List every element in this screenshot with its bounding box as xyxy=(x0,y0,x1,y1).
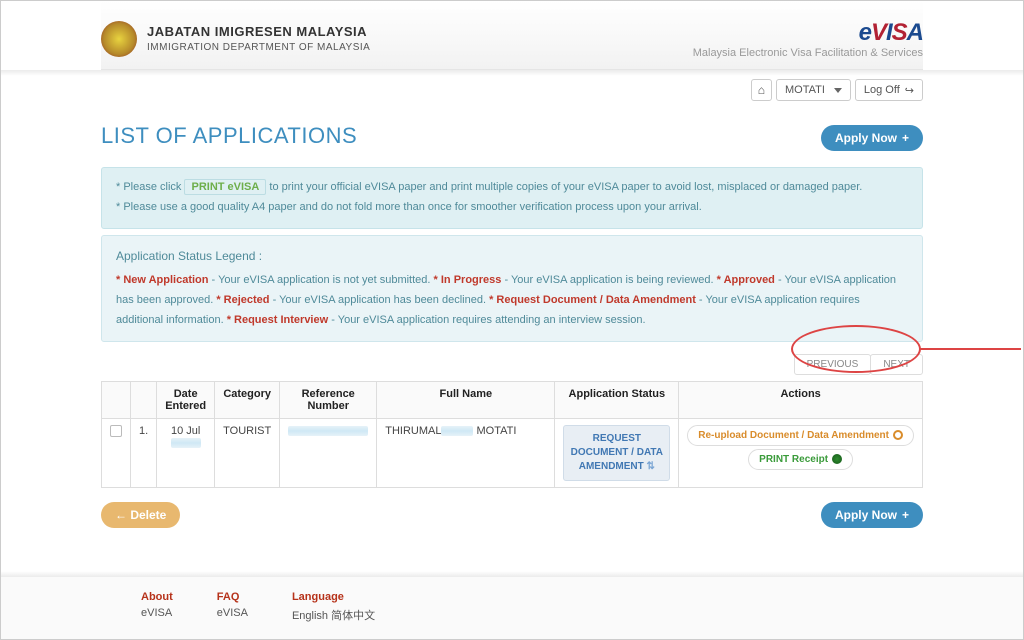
footer: About eVISA FAQ eVISA Language English 简… xyxy=(1,571,1023,639)
row-ref xyxy=(280,418,377,487)
user-menu[interactable]: MOTATI xyxy=(776,79,851,101)
apply-now-bottom-button[interactable]: Apply Now xyxy=(821,502,923,528)
col-date: Date Entered xyxy=(157,381,215,418)
pager: PREVIOUS NEXT xyxy=(101,354,923,375)
legend-body: * New Application - Your eVISA applicati… xyxy=(116,271,908,330)
plus-icon xyxy=(902,131,909,145)
logoff-icon: ↪ xyxy=(905,84,914,97)
crest-logo xyxy=(101,21,137,57)
print-evisa-inline-button[interactable]: PRINT eVISA xyxy=(184,179,266,195)
status-badge[interactable]: REQUEST DOCUMENT / DATA AMENDMENT ⇅ xyxy=(563,425,670,481)
footer-about-link[interactable]: eVISA xyxy=(141,607,172,619)
row-name: THIRUMAL MOTATI xyxy=(377,418,555,487)
print-receipt-button[interactable]: PRINT Receipt xyxy=(748,449,853,470)
footer-faq-link[interactable]: eVISA xyxy=(217,607,248,619)
row-index: 1. xyxy=(131,418,157,487)
legend-title: Application Status Legend : xyxy=(116,246,908,268)
upload-icon xyxy=(893,430,903,440)
site-header: JABATAN IMIGRESEN MALAYSIA IMMIGRATION D… xyxy=(101,1,923,70)
col-status: Application Status xyxy=(555,381,679,418)
delete-button[interactable]: ← Delete xyxy=(101,502,180,528)
col-category: Category xyxy=(215,381,280,418)
footer-about-title: About xyxy=(141,591,173,603)
page-title: LIST OF APPLICATIONS xyxy=(101,123,357,149)
apply-now-top-button[interactable]: Apply Now xyxy=(821,125,923,151)
prev-button[interactable]: PREVIOUS xyxy=(794,354,872,375)
applications-table: Date Entered Category Reference Number F… xyxy=(101,381,923,488)
home-button[interactable]: ⌂ xyxy=(751,79,772,101)
footer-lang-en[interactable]: English xyxy=(292,610,328,622)
status-legend: Application Status Legend : * New Applic… xyxy=(101,235,923,342)
footer-faq-title: FAQ xyxy=(217,591,248,603)
row-checkbox[interactable] xyxy=(110,425,122,437)
plus-icon xyxy=(902,508,909,522)
tagline: Malaysia Electronic Visa Facilitation & … xyxy=(693,47,923,59)
col-ref: Reference Number xyxy=(280,381,377,418)
logoff-button[interactable]: Log Off ↪ xyxy=(855,79,923,101)
reupload-button[interactable]: Re-upload Document / Data Amendment xyxy=(687,425,914,446)
dept-title: JABATAN IMIGRESEN MALAYSIA xyxy=(147,24,370,41)
info-box: * Please click PRINT eVISA to print your… xyxy=(101,167,923,229)
footer-lang-zh[interactable]: 简体中文 xyxy=(331,610,375,622)
receipt-icon xyxy=(832,454,842,464)
row-actions: Re-upload Document / Data Amendment PRIN… xyxy=(679,418,923,487)
row-status: REQUEST DOCUMENT / DATA AMENDMENT ⇅ xyxy=(555,418,679,487)
col-name: Full Name xyxy=(377,381,555,418)
table-row: 1. 10 Jul TOURIST THIRUMAL MOTATI REQUES… xyxy=(102,418,923,487)
col-actions: Actions xyxy=(679,381,923,418)
row-category: TOURIST xyxy=(215,418,280,487)
swap-icon: ⇅ xyxy=(647,461,655,472)
dept-subtitle: IMMIGRATION DEPARTMENT OF MALAYSIA xyxy=(147,41,370,54)
evisa-logo: eVISA xyxy=(693,19,923,47)
next-button[interactable]: NEXT xyxy=(870,354,923,375)
footer-lang-title: Language xyxy=(292,591,375,603)
annotation-arrow xyxy=(919,348,1021,350)
row-date: 10 Jul xyxy=(157,418,215,487)
